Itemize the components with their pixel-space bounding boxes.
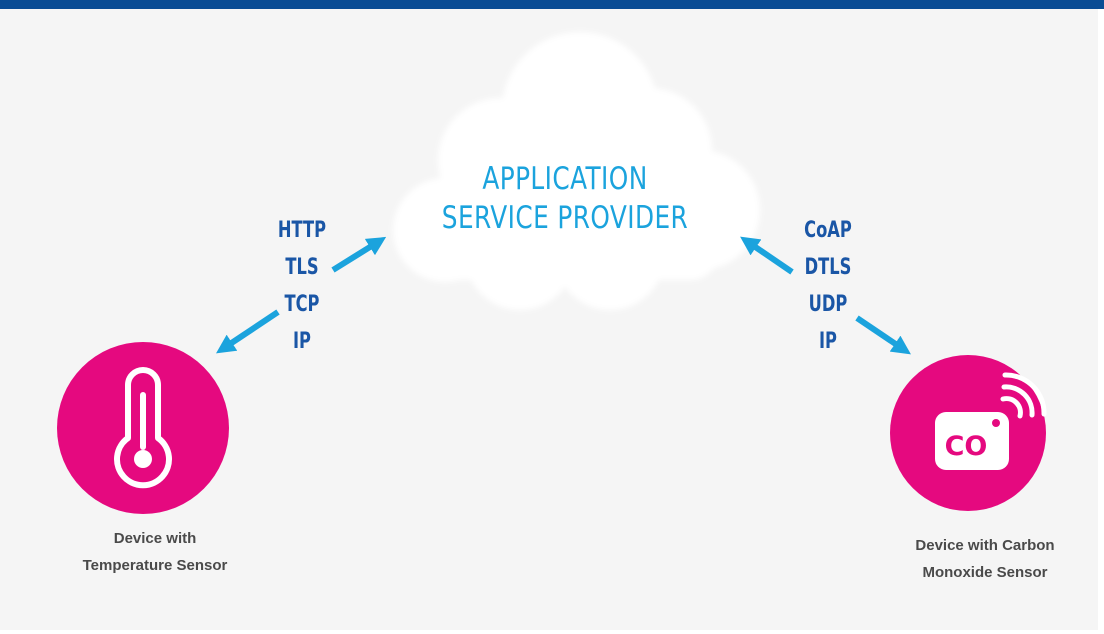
diagram-canvas: APPLICATION SERVICE PROVIDER HTTP TLS TC… [0, 0, 1104, 634]
right-border [1098, 9, 1104, 634]
temperature-device-label: Device with Temperature Sensor [55, 525, 255, 579]
co-device-label-line2: Monoxide Sensor [922, 564, 1048, 581]
temperature-device-label-line1: Device with [113, 530, 197, 547]
temperature-device-label-line2: Temperature Sensor [82, 557, 228, 574]
co-device-label-line1: Device with Carbon [915, 537, 1055, 554]
co-device-label: Device with Carbon Monoxide Sensor [870, 532, 1100, 586]
bottom-border [0, 630, 1104, 634]
co-icon-text: CO [945, 431, 988, 462]
